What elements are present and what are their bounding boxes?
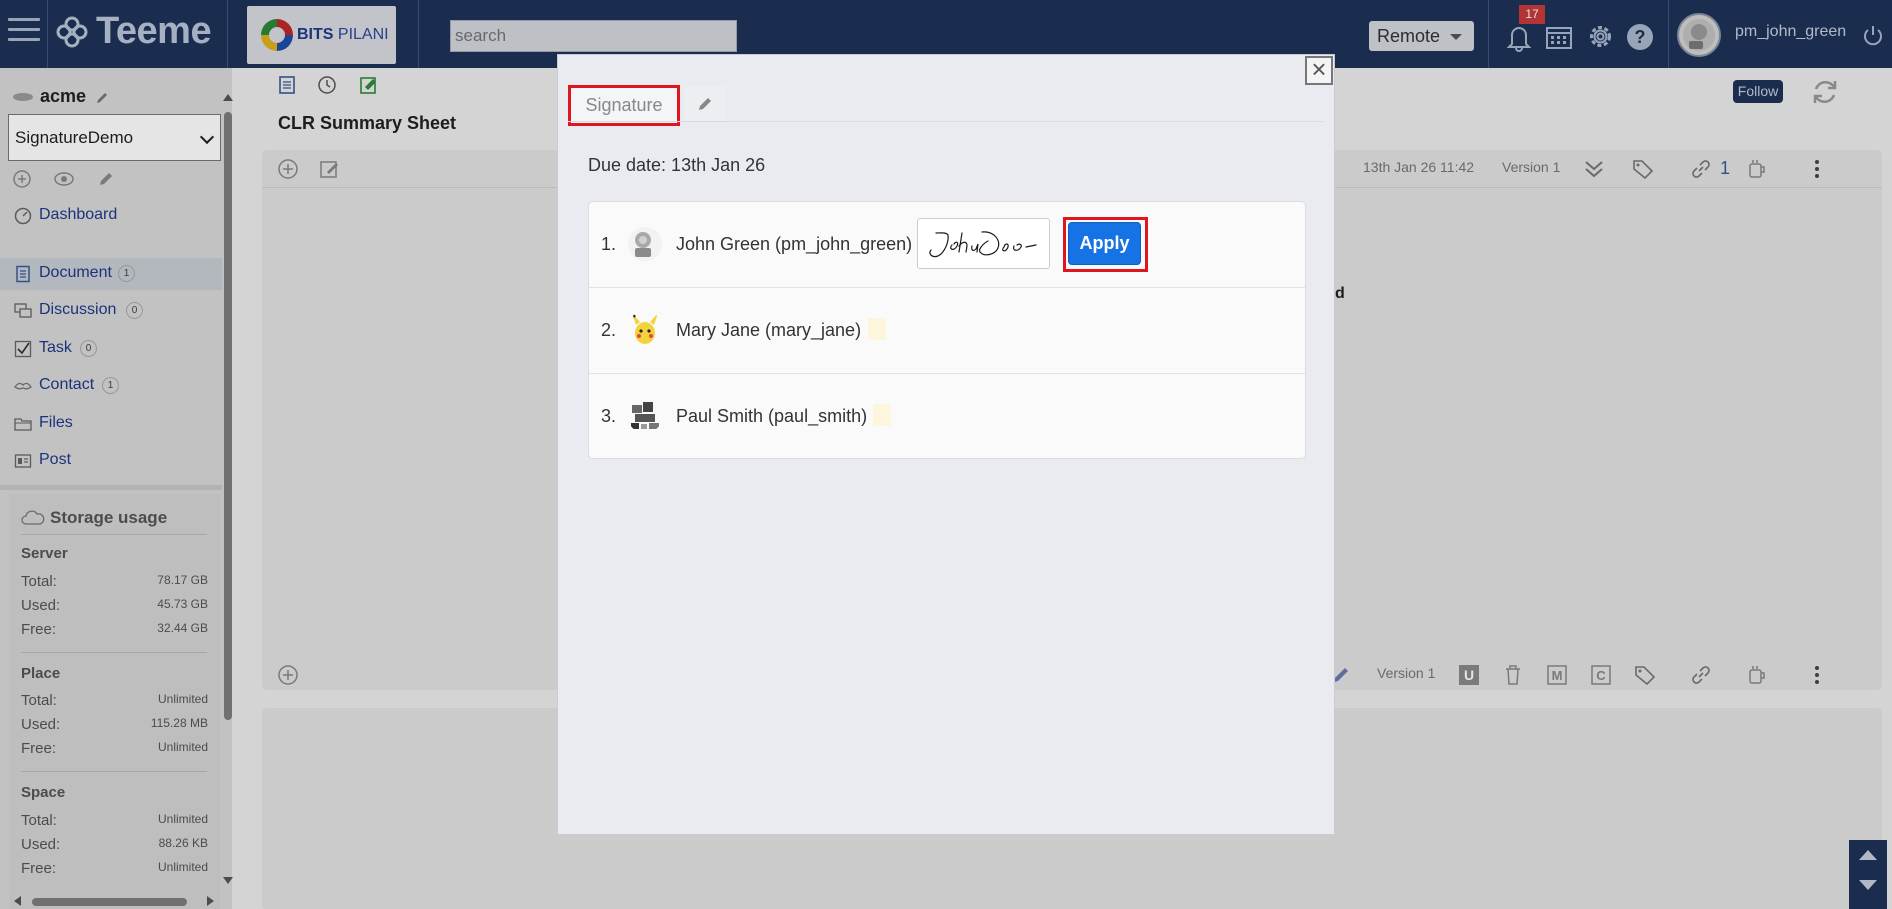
pending-signature-placeholder <box>873 404 891 426</box>
apply-button[interactable]: Apply <box>1068 222 1141 265</box>
handwritten-signature-icon <box>929 231 1037 258</box>
signature-image <box>917 218 1050 269</box>
signer-name: Mary Jane (mary_jane) <box>676 320 862 340</box>
tab-signature[interactable]: Signature <box>568 85 680 126</box>
tab-divider <box>568 121 1324 122</box>
signer-number: 2. <box>601 320 617 340</box>
signer-number: 1. <box>601 234 617 254</box>
pencil-icon <box>699 98 711 110</box>
tab-edit-signature[interactable] <box>684 86 726 122</box>
due-date: Due date: 13th Jan 26 <box>588 155 766 175</box>
signer-name: John Green (pm_john_green) <box>676 234 913 254</box>
row-divider <box>589 373 1305 374</box>
close-icon[interactable]: × <box>1305 56 1333 85</box>
signer-avatar <box>627 226 663 262</box>
pending-signature-placeholder <box>868 318 886 340</box>
row-divider <box>589 287 1305 288</box>
signer-avatar <box>627 397 663 433</box>
signer-name: Paul Smith (paul_smith) <box>676 406 868 426</box>
signer-number: 3. <box>601 406 617 426</box>
signer-avatar <box>627 311 663 347</box>
